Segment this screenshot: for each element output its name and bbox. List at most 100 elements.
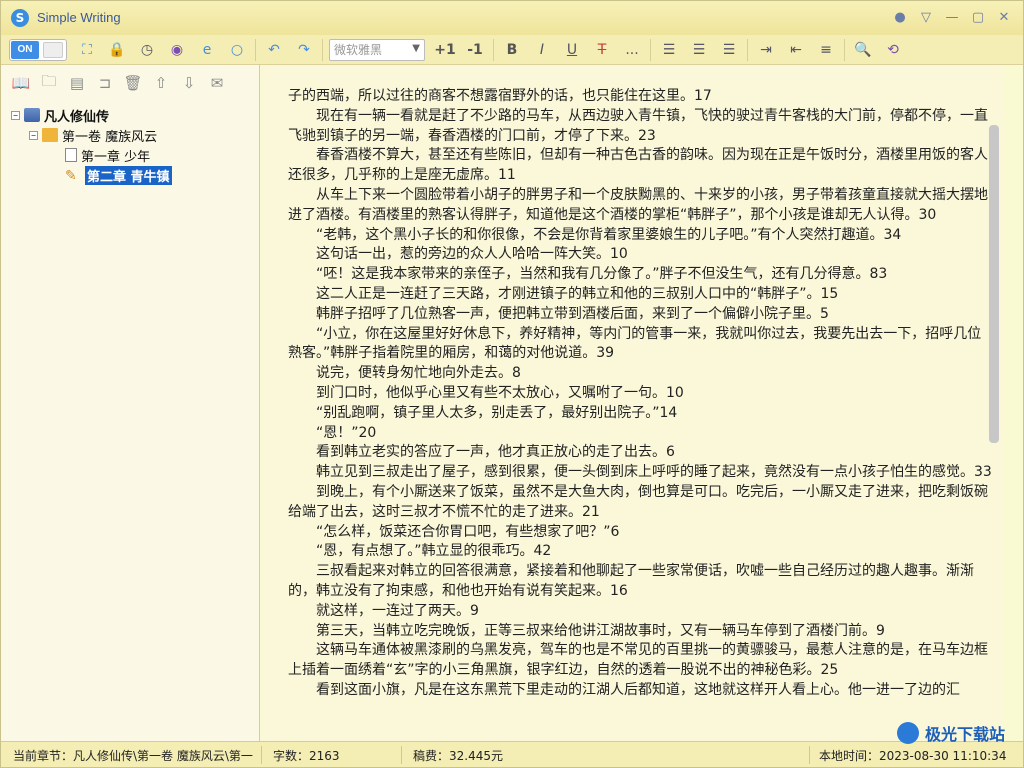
editor-paragraph[interactable]: 韩胖子招呼了几位熟客一声，便把韩立带到酒楼后面，来到了一个偏僻小院子里。5 (288, 305, 992, 325)
tree-node-chapter[interactable]: 第一章 少年 (11, 145, 256, 165)
book-title: 凡人修仙传 (44, 109, 110, 125)
toolbar-divider (844, 38, 845, 61)
align-right-icon[interactable]: ☰ (717, 38, 741, 62)
editor-paragraph[interactable]: 说完，便转身匆忙地向外走去。8 (288, 364, 992, 384)
editor-paragraph[interactable]: 看到这面小旗，凡是在这东黑荒下里走动的江湖人后都知道，这地就这样开人看上心。他一… (288, 681, 992, 701)
underline-button[interactable]: U (560, 38, 584, 62)
undo-icon[interactable]: ↶ (262, 38, 286, 62)
browser-icon[interactable]: e (195, 38, 219, 62)
bold-button[interactable]: B (500, 38, 524, 62)
editor-paragraph[interactable]: 看到韩立老实的答应了一声，他才真正放心的走了出去。6 (288, 443, 992, 463)
watermark-logo-icon (897, 722, 919, 744)
status-divider (809, 746, 810, 764)
pencil-icon: ✎ (65, 168, 77, 184)
focus-toggle[interactable]: ON (9, 38, 67, 61)
rename-icon[interactable]: ⊐ (95, 73, 115, 93)
more-button[interactable]: ... (620, 38, 644, 62)
minimize-button[interactable]: — (943, 7, 961, 27)
window-title: Simple Writing (37, 10, 121, 25)
delete-icon[interactable]: 🗑 (123, 73, 143, 93)
collapse-icon[interactable]: − (11, 110, 20, 120)
indent-icon[interactable]: ⇥ (754, 38, 778, 62)
close-button[interactable]: ✕ (995, 7, 1013, 27)
app-window: S Simple Writing ● ▽ — ▢ ✕ ON ⛶ 🔒 ◷ ◉ e … (0, 0, 1024, 768)
editor-paragraph[interactable]: “老韩，这个黑小子长的和你很像，不会是你背着家里婆娘生的儿子吧。”有个人突然打趣… (288, 226, 992, 246)
folder-icon (42, 128, 58, 142)
list-icon[interactable]: ≡ (814, 38, 838, 62)
redo-icon[interactable]: ↷ (292, 38, 316, 62)
fee: 稿费：32.445元 (413, 749, 503, 763)
open-book-icon[interactable]: 📖 (11, 73, 31, 93)
maximize-button[interactable]: ▢ (969, 7, 987, 27)
replace-icon[interactable]: ⟲ (881, 38, 905, 62)
move-up-icon[interactable]: ⇧ (151, 73, 171, 93)
tree-node-book[interactable]: − 凡人修仙传 (11, 105, 256, 125)
font-select[interactable]: 微软雅黑 ▼ (329, 38, 425, 61)
editor-paragraph[interactable]: “小立，你在这屋里好好休息下，养好精神，等内门的管事一来，我就叫你过去，我要先出… (288, 325, 992, 365)
align-center-icon[interactable]: ☰ (687, 38, 711, 62)
font-size-up-button[interactable]: +1 (433, 38, 457, 62)
editor-paragraph[interactable]: “恩！”20 (288, 424, 992, 444)
chapter-tree: − 凡人修仙传 − 第一卷 魔族风云 第一章 少年 ✎ 第二章 青牛镇 (11, 105, 256, 185)
editor-paragraph[interactable]: 现在有一辆一看就是赶了不少路的马车，从西边驶入青牛镇，飞快的驶过青牛客栈的大门前… (288, 107, 992, 147)
book-icon (24, 108, 40, 122)
editor-paragraph[interactable]: 第三天，当韩立吃完晚饭，正等三叔来给他讲江湖故事时，又有一辆马车停到了酒楼门前。… (288, 622, 992, 642)
editor-paragraph[interactable]: 三叔看起来对韩立的回答很满意，紧接着和他聊起了一些家常便话，吹嘘一些自己经历过的… (288, 562, 992, 602)
theme-icon[interactable]: ◉ (165, 38, 189, 62)
italic-button[interactable]: I (530, 38, 554, 62)
tree-node-chapter-selected[interactable]: ✎ 第二章 青牛镇 (11, 165, 256, 185)
chapter-title: 第一章 少年 (81, 149, 151, 165)
folder-icon[interactable]: 🗀 (39, 72, 59, 93)
toolbar-divider (322, 38, 323, 61)
editor-paragraph[interactable]: “呸！这是我本家带来的亲侄子，当然和我有几分像了。”胖子不但没生气，还有几分得意… (288, 265, 992, 285)
editor-paragraph[interactable]: 子的西端，所以过往的商客不想露宿野外的话，也只能住在这里。17 (288, 87, 992, 107)
search-icon[interactable]: 🔍 (851, 38, 875, 62)
collapse-icon[interactable]: − (29, 130, 38, 140)
fullscreen-icon[interactable]: ⛶ (75, 38, 99, 62)
font-select-value: 微软雅黑 (334, 43, 383, 57)
user-icon[interactable]: ● (891, 7, 909, 27)
scrollbar[interactable] (989, 125, 999, 443)
editor-paragraph[interactable]: 从车上下来一个圆脸带着小胡子的胖男子和一个皮肤黝黑的、十来岁的小孩，男子带着孩童… (288, 186, 992, 226)
strikethrough-button[interactable]: T (590, 38, 614, 62)
word-count: 字数：2163 (273, 749, 340, 763)
clock-icon[interactable]: ◷ (135, 38, 159, 62)
move-down-icon[interactable]: ⇩ (179, 73, 199, 93)
align-left-icon[interactable]: ☰ (657, 38, 681, 62)
font-size-down-button[interactable]: -1 (463, 38, 487, 62)
outdent-icon[interactable]: ⇤ (784, 38, 808, 62)
chevron-down-icon: ▼ (412, 42, 420, 54)
editor-paragraph[interactable]: 这句话一出，惹的旁边的众人人哈哈一阵大笑。10 (288, 245, 992, 265)
editor-paragraph[interactable]: 到晚上，有个小厮送来了饭菜，虽然不是大鱼大肉，倒也算是可口。吃完后，一小厮又走了… (288, 483, 992, 523)
editor-paragraph[interactable]: 就这样，一连过了两天。9 (288, 602, 992, 622)
toolbar: ON ⛶ 🔒 ◷ ◉ e ○ ↶ ↷ 微软雅黑 ▼ +1 -1 B I U T … (1, 35, 1023, 65)
status-bar: 当前章节：凡人修仙传\第一卷 魔族风云\第一 字数：2163 稿费：32.445… (1, 741, 1023, 767)
editor-paragraph[interactable]: 韩立见到三叔走出了屋子，感到很累，便一头倒到床上呼呼的睡了起来，竟然没有一点小孩… (288, 463, 992, 483)
toolbar-divider (650, 38, 651, 61)
toggle-label: ON (11, 40, 39, 59)
editor-paragraph[interactable]: “怎么样，饭菜还合你胃口吧，有些想家了吧？”6 (288, 523, 992, 543)
tree-node-volume[interactable]: − 第一卷 魔族风云 (11, 125, 256, 145)
toolbar-divider (493, 38, 494, 61)
toolbar-divider (747, 38, 748, 61)
sidebar: 📖 🗀 ▤ ⊐ 🗑 ⇧ ⇩ ✉ − 凡人修仙传 − 第一卷 魔族风云 第一章 少… (1, 65, 260, 741)
editor-paragraph[interactable]: 春香酒楼不算大，甚至还有些陈旧，但却有一种古色古香的韵味。因为现在正是午饭时分，… (288, 146, 992, 186)
editor-paragraph[interactable]: “别乱跑啊，镇子里人太多，别走丢了，最好别出院子。”14 (288, 404, 992, 424)
toggle-knob (43, 41, 63, 58)
chapter-title: 第二章 青牛镇 (85, 165, 172, 185)
editor-paragraph[interactable]: 这辆马车通体被黑漆刷的乌黑发亮，驾车的也是不常见的百里挑一的黄骠骏马，最惹人注意… (288, 641, 992, 681)
editor-paragraph[interactable]: 这二人正是一连赶了三天路，才刚进镇子的韩立和他的三叔别人口中的“韩胖子”。15 (288, 285, 992, 305)
status-divider (401, 746, 402, 764)
editor-paragraph[interactable]: 到门口时，他似乎心里又有些不太放心，又嘱咐了一句。10 (288, 384, 992, 404)
sidebar-toolbar: 📖 🗀 ▤ ⊐ 🗑 ⇧ ⇩ ✉ (1, 65, 259, 101)
editor-area[interactable]: 子的西端，所以过往的商客不想露宿野外的话，也只能住在这里。17 现在有一辆一看就是… (261, 65, 1003, 741)
app-logo-icon: S (11, 9, 29, 27)
lock-icon[interactable]: 🔒 (105, 38, 129, 62)
circle-icon[interactable]: ○ (225, 38, 249, 62)
export-icon[interactable]: ✉ (207, 73, 227, 93)
new-file-icon[interactable]: ▤ (67, 73, 87, 93)
toolbar-divider (255, 38, 256, 61)
dropdown-icon[interactable]: ▽ (917, 7, 935, 27)
editor-paragraph[interactable]: “恩，有点想了。”韩立显的很乖巧。42 (288, 542, 992, 562)
editor-text[interactable]: 子的西端，所以过往的商客不想露宿野外的话，也只能住在这里。17 现在有一辆一看就是… (288, 87, 992, 701)
